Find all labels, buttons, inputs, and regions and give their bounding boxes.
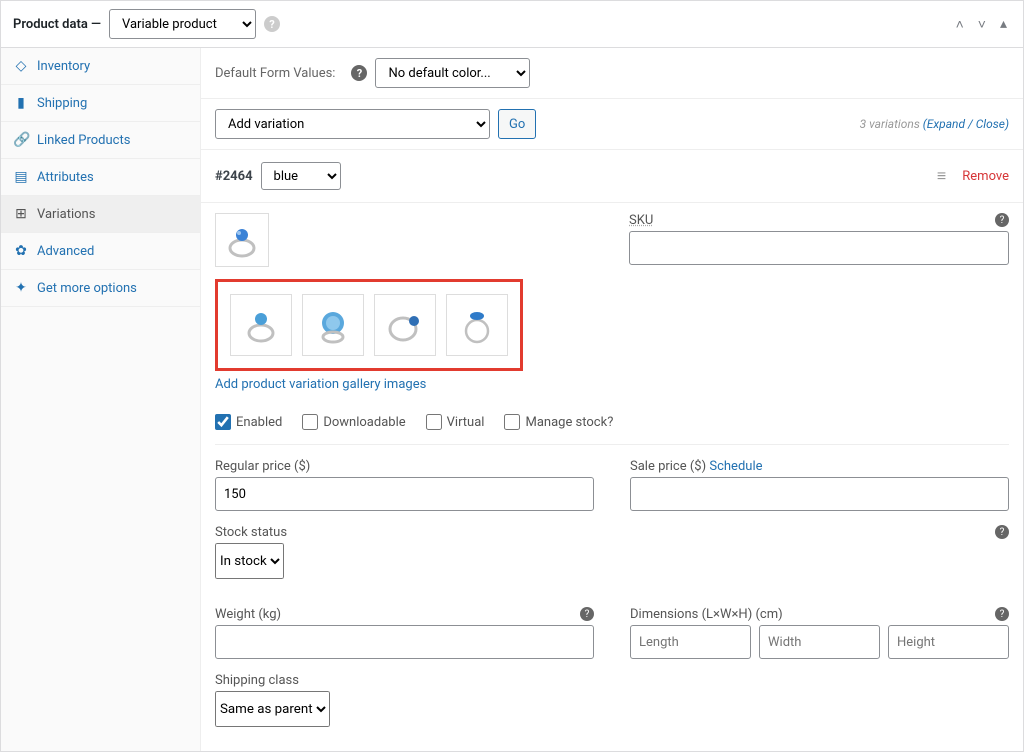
ring-icon [241,305,281,345]
virtual-checkbox[interactable] [426,414,442,430]
sidebar-item-label: Shipping [37,96,87,111]
help-icon[interactable]: ? [995,607,1009,621]
variation-body: SKU ? [201,202,1023,751]
truck-icon: ▮ [13,95,29,111]
default-form-toolbar: Default Form Values: ? No default color.… [201,48,1023,99]
link-icon: 🔗 [13,132,29,148]
sidebar-item-label: Attributes [37,170,94,185]
length-input[interactable] [630,625,751,659]
shipping-class-select[interactable]: Same as parent [215,691,330,727]
weight-label: Weight (kg) [215,607,594,622]
gallery-thumb[interactable] [446,294,508,356]
help-icon[interactable]: ? [580,607,594,621]
variation-main-image[interactable] [215,213,269,267]
variation-actions-bar: Add variation Go 3 variations (Expand / … [201,99,1023,150]
main-content: Default Form Values: ? No default color.… [201,48,1023,751]
ring-icon [457,305,497,345]
grid-icon: ⊞ [13,206,29,222]
regular-price-input[interactable] [215,477,594,511]
manage-stock-checkbox-label[interactable]: Manage stock? [504,414,613,430]
go-button[interactable]: Go [498,109,536,139]
sidebar-item-label: Inventory [37,59,90,74]
sidebar-item-label: Get more options [37,281,137,296]
panel-title: Product data — [13,17,101,32]
variation-count: 3 variations (Expand / Close) [860,117,1009,131]
chevron-up-icon[interactable]: ˄ [952,14,968,35]
gallery-thumb[interactable] [302,294,364,356]
default-form-label: Default Form Values: [215,66,335,81]
sku-label: SKU [629,213,1009,228]
expand-close-link[interactable]: (Expand / Close) [923,117,1009,131]
enabled-checkbox[interactable] [215,414,231,430]
sidebar-item-label: Variations [37,207,95,222]
list-icon: ▤ [13,169,29,185]
ring-icon [222,220,262,260]
help-icon[interactable]: ? [264,16,280,32]
sidebar-item-variations[interactable]: ⊞ Variations [1,196,200,233]
sidebar-item-label: Linked Products [37,133,130,148]
gallery-thumb[interactable] [230,294,292,356]
sidebar-item-attributes[interactable]: ▤ Attributes [1,159,200,196]
sidebar-item-linked-products[interactable]: 🔗 Linked Products [1,122,200,159]
help-icon[interactable]: ? [995,525,1009,539]
enabled-checkbox-label[interactable]: Enabled [215,414,282,430]
downloadable-checkbox-label[interactable]: Downloadable [302,414,405,430]
ring-icon [313,305,353,345]
sidebar: ◇ Inventory ▮ Shipping 🔗 Linked Products… [1,48,201,751]
regular-price-label: Regular price ($) [215,459,594,474]
virtual-checkbox-label[interactable]: Virtual [426,414,485,430]
downloadable-checkbox[interactable] [302,414,318,430]
height-input[interactable] [888,625,1009,659]
sidebar-item-inventory[interactable]: ◇ Inventory [1,48,200,85]
product-type-select[interactable]: Variable product [109,9,256,39]
gallery-thumb[interactable] [374,294,436,356]
add-gallery-images-link[interactable]: Add product variation gallery images [215,377,426,392]
sidebar-item-shipping[interactable]: ▮ Shipping [1,85,200,122]
sidebar-item-advanced[interactable]: ✿ Advanced [1,233,200,270]
dimensions-label: Dimensions (L×W×H) (cm) [630,607,1009,622]
sale-price-label: Sale price ($) Schedule [630,459,1009,474]
help-icon[interactable]: ? [995,213,1009,227]
panel-header: Product data — Variable product ? ˄ ˅ ▴ [1,1,1023,48]
hamburger-icon[interactable]: ≡ [937,166,946,186]
stock-status-label: Stock status [215,525,1009,540]
checkbox-row: Enabled Downloadable Virtual Manage stoc… [215,400,1009,445]
sparkle-icon: ✦ [13,280,29,296]
inventory-icon: ◇ [13,58,29,74]
sidebar-item-more-options[interactable]: ✦ Get more options [1,270,200,307]
default-color-select[interactable]: No default color... [375,58,530,88]
shipping-class-label: Shipping class [215,673,1009,688]
add-variation-select[interactable]: Add variation [215,109,490,139]
variation-id: #2464 [215,169,253,184]
variation-color-select[interactable]: blue [261,162,341,190]
ring-icon [385,305,425,345]
collapse-icon[interactable]: ▴ [996,14,1011,35]
sidebar-item-label: Advanced [37,244,94,259]
sale-price-input[interactable] [630,477,1009,511]
schedule-link[interactable]: Schedule [709,459,762,474]
variation-header[interactable]: #2464 blue ≡ Remove [201,150,1023,202]
gear-icon: ✿ [13,243,29,259]
remove-link[interactable]: Remove [962,169,1009,184]
chevron-down-icon[interactable]: ˅ [974,14,990,35]
weight-input[interactable] [215,625,594,659]
stock-status-select[interactable]: In stock [215,543,284,579]
manage-stock-checkbox[interactable] [504,414,520,430]
product-data-panel: Product data — Variable product ? ˄ ˅ ▴ … [0,0,1024,752]
help-icon[interactable]: ? [351,65,367,81]
gallery-highlight [215,279,523,371]
sku-input[interactable] [629,231,1009,265]
width-input[interactable] [759,625,880,659]
